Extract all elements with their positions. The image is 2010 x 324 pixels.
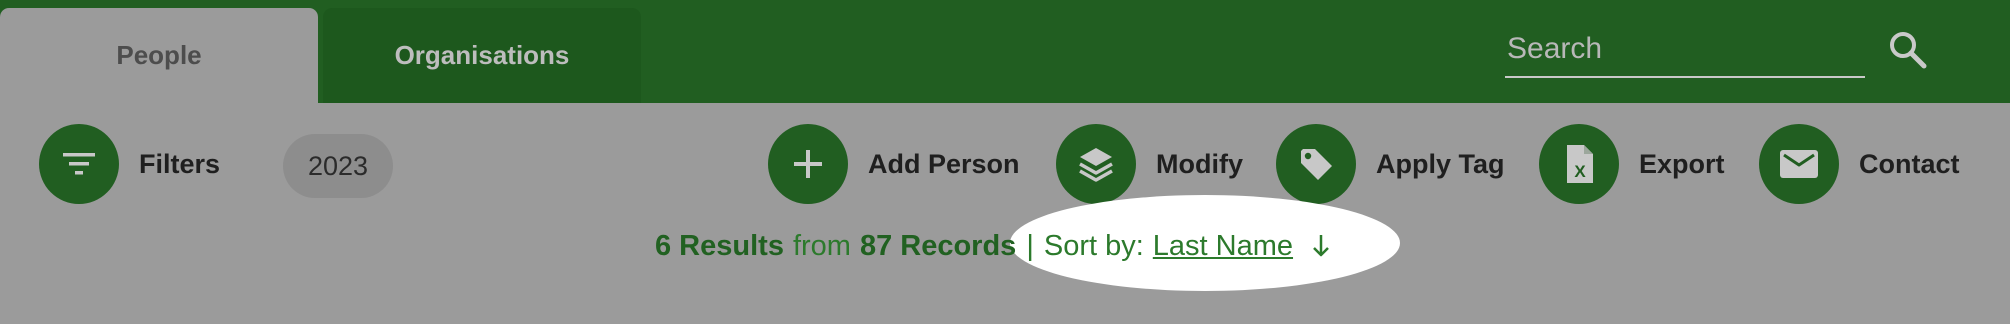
apply-tag-label: Apply Tag — [1376, 148, 1505, 179]
filter-chip-year[interactable]: 2023 — [283, 134, 393, 198]
modify-label: Modify — [1156, 148, 1243, 179]
arrow-down-icon — [1313, 235, 1329, 257]
search-icon — [1890, 32, 1927, 69]
contact-circle — [1759, 124, 1839, 204]
export-label: Export — [1639, 148, 1725, 179]
layers-icon — [1079, 148, 1113, 182]
sort-label: Sort by: — [1043, 229, 1144, 262]
add-person-label: Add Person — [868, 148, 1020, 179]
sort-direction-button[interactable] — [1311, 233, 1331, 259]
plus-icon — [794, 150, 822, 178]
envelope-icon — [1780, 150, 1818, 178]
apply-tag-button[interactable]: Apply Tag — [1276, 124, 1505, 204]
tab-people[interactable]: People — [0, 8, 318, 103]
tag-icon — [1301, 149, 1332, 180]
contact-label: Contact — [1859, 148, 1960, 179]
filters-circle — [39, 124, 119, 204]
results-separator: | — [1026, 229, 1034, 262]
modify-circle — [1056, 124, 1136, 204]
search-input[interactable] — [1505, 22, 1865, 76]
search-button[interactable] — [1886, 28, 1930, 72]
filters-button[interactable]: Filters — [39, 124, 220, 204]
apply-tag-circle — [1276, 124, 1356, 204]
add-person-button[interactable]: Add Person — [768, 124, 1020, 204]
export-button[interactable]: X Export — [1539, 124, 1725, 204]
results-from-text: from — [792, 229, 851, 262]
contact-button[interactable]: Contact — [1759, 124, 1960, 204]
excel-file-icon: X — [1567, 145, 1593, 183]
export-circle: X — [1539, 124, 1619, 204]
tab-organisations[interactable]: Organisations — [323, 8, 641, 103]
search-box — [1505, 22, 1865, 78]
results-summary: 6 Results from 87 Records | Sort by: Las… — [655, 226, 1331, 266]
filters-label: Filters — [139, 148, 221, 179]
filter-icon — [63, 153, 95, 175]
svg-text:X: X — [1574, 162, 1586, 181]
top-navigation-bar: People Organisations — [0, 0, 2010, 103]
records-count: 87 Records — [859, 229, 1017, 262]
sort-field-link[interactable]: Last Name — [1153, 230, 1293, 263]
modify-button[interactable]: Modify — [1056, 124, 1243, 204]
add-person-circle — [768, 124, 848, 204]
results-count: 6 Results — [655, 229, 784, 262]
